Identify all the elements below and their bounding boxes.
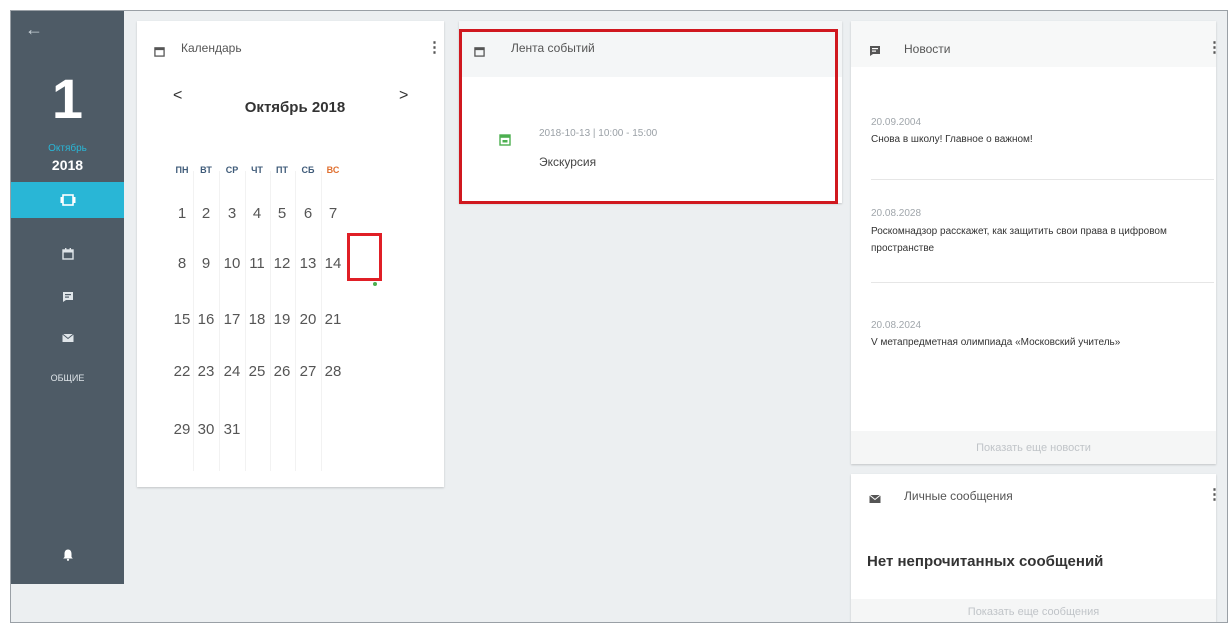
next-month-button[interactable]: > bbox=[399, 87, 408, 105]
calendar-day[interactable]: 25 bbox=[244, 363, 270, 380]
bell-icon bbox=[62, 549, 73, 561]
calendar-day[interactable]: 27 bbox=[295, 363, 321, 380]
calendar-day[interactable]: 26 bbox=[269, 363, 295, 380]
show-more-messages-button[interactable]: Показать еще сообщения bbox=[851, 599, 1216, 622]
news-divider bbox=[871, 282, 1214, 283]
news-icon bbox=[62, 292, 73, 302]
calendar-day[interactable]: 20 bbox=[295, 311, 321, 328]
show-more-news-button[interactable]: Показать еще новости bbox=[851, 431, 1216, 464]
calendar-day[interactable]: 30 bbox=[193, 421, 219, 438]
calendar-day[interactable]: 18 bbox=[244, 311, 270, 328]
calendar-day[interactable]: 21 bbox=[320, 311, 346, 328]
weekday-label: ВТ bbox=[200, 165, 212, 175]
calendar-day[interactable]: 8 bbox=[169, 255, 195, 272]
calendar-day[interactable]: 17 bbox=[219, 311, 245, 328]
messages-title: Личные сообщения bbox=[904, 489, 1013, 503]
calendar-day[interactable]: 24 bbox=[219, 363, 245, 380]
sidebar-general-label[interactable]: ОБЩИЕ bbox=[11, 373, 124, 383]
prev-month-button[interactable]: < bbox=[173, 87, 182, 105]
calendar-day[interactable]: 15 bbox=[169, 311, 195, 328]
calendar-day[interactable]: 14 bbox=[320, 255, 346, 272]
news-date: 20.08.2024 bbox=[871, 320, 922, 331]
calendar-day[interactable]: 9 bbox=[193, 255, 219, 272]
weekday-label: ПТ bbox=[276, 165, 288, 175]
calendar-day[interactable]: 22 bbox=[169, 363, 195, 380]
arrow-left-icon[interactable]: ← bbox=[25, 19, 43, 40]
weekday-label: ВС bbox=[326, 165, 340, 175]
weekday-label: ПН bbox=[175, 165, 189, 175]
calendar-day[interactable]: 5 bbox=[269, 205, 295, 222]
news-date: 20.08.2028 bbox=[871, 208, 922, 219]
calendar-day[interactable]: 19 bbox=[269, 311, 295, 328]
calendar-day[interactable]: 31 bbox=[219, 421, 245, 438]
messages-menu-icon[interactable]: ⋮ bbox=[1207, 485, 1222, 503]
news-divider bbox=[871, 179, 1214, 180]
calendar-day[interactable]: 23 bbox=[193, 363, 219, 380]
calendar-day[interactable]: 12 bbox=[269, 255, 295, 272]
calendar-day[interactable]: 1 bbox=[169, 205, 195, 222]
calendar-day[interactable]: 3 bbox=[219, 205, 245, 222]
sidebar-item-mail[interactable] bbox=[11, 320, 124, 356]
sidebar-year: 2018 bbox=[51, 157, 84, 173]
bell-button[interactable] bbox=[11, 549, 124, 561]
calendar-card bbox=[137, 21, 444, 487]
news-date: 20.09.2004 bbox=[871, 117, 922, 128]
event-dot bbox=[373, 282, 377, 286]
news-card-icon bbox=[869, 44, 881, 62]
calendar-card-icon bbox=[154, 44, 165, 62]
calendar-day[interactable]: 13 bbox=[295, 255, 321, 272]
calendar-day[interactable]: 7 bbox=[320, 205, 346, 222]
sidebar-item-cards[interactable] bbox=[11, 182, 124, 218]
news-icon bbox=[870, 46, 880, 56]
weekday-label: ЧТ bbox=[251, 165, 263, 175]
sidebar-item-news[interactable] bbox=[11, 279, 124, 315]
weekday-label: СБ bbox=[301, 165, 315, 175]
messages-card-icon bbox=[869, 491, 881, 509]
sidebar: ← 1 Октябрь 2018 ОБЩИЕ bbox=[11, 11, 124, 584]
mail-icon bbox=[869, 494, 881, 503]
app-window: ← 1 Октябрь 2018 ОБЩИЕ Календарь ⋮ < > О… bbox=[10, 10, 1228, 623]
events-highlight-frame bbox=[459, 29, 838, 204]
sidebar-day: 1 bbox=[51, 67, 84, 130]
mail-icon bbox=[61, 333, 74, 342]
news-title: Новости bbox=[904, 42, 951, 56]
calendar-month-label: Октябрь 2018 bbox=[244, 99, 346, 116]
weekday-label: СР bbox=[225, 165, 239, 175]
sidebar-item-calendar[interactable] bbox=[11, 236, 124, 272]
calendar-day[interactable]: 11 bbox=[244, 255, 270, 272]
selected-day-highlight bbox=[347, 233, 382, 281]
calendar-icon bbox=[61, 248, 74, 260]
sidebar-month: Октябрь bbox=[48, 143, 87, 154]
calendar-day[interactable]: 29 bbox=[169, 421, 195, 438]
calendar-day[interactable]: 6 bbox=[295, 205, 321, 222]
news-item-text[interactable]: Снова в школу! Главное о важном! bbox=[871, 131, 1216, 148]
calendar-day[interactable]: 10 bbox=[219, 255, 245, 272]
calendar-icon bbox=[154, 47, 165, 57]
calendar-day[interactable]: 2 bbox=[193, 205, 219, 222]
news-menu-icon[interactable]: ⋮ bbox=[1207, 38, 1222, 56]
news-item-text[interactable]: Роскомнадзор расскажет, как защитить сво… bbox=[871, 223, 1216, 257]
calendar-day[interactable]: 4 bbox=[244, 205, 270, 222]
messages-empty-text: Нет непрочитанных сообщений bbox=[867, 553, 1104, 570]
calendar-day[interactable]: 28 bbox=[320, 363, 346, 380]
calendar-day[interactable]: 16 bbox=[193, 311, 219, 328]
calendar-title: Календарь bbox=[181, 41, 242, 55]
news-item-text[interactable]: V метапредметная олимпиада «Московский у… bbox=[871, 334, 1216, 351]
calendar-menu-icon[interactable]: ⋮ bbox=[427, 38, 442, 56]
cards-icon bbox=[60, 194, 75, 206]
